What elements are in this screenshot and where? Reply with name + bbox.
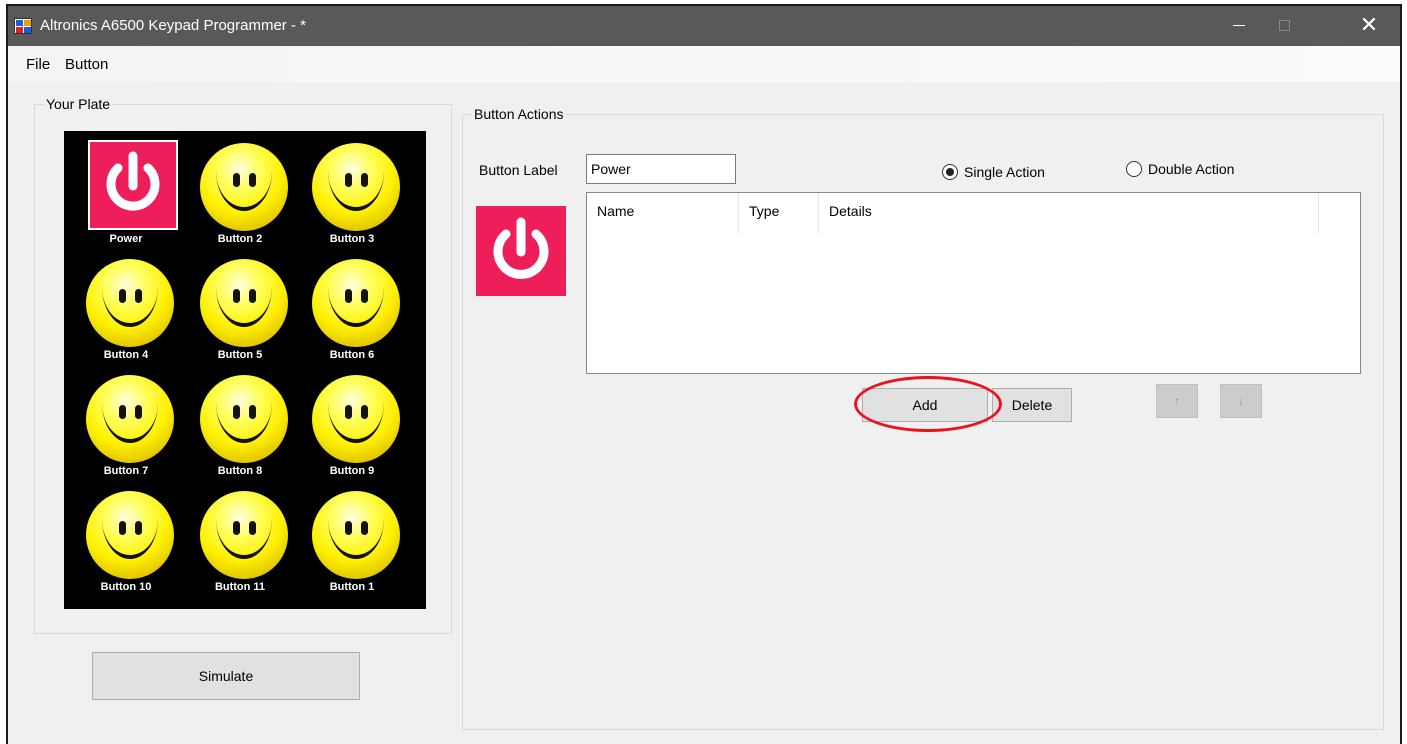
smiley-icon <box>312 491 400 579</box>
plate-button-9[interactable]: Button 9 <box>296 369 408 485</box>
move-up-button[interactable]: ↑ <box>1156 384 1198 418</box>
plate-button-label: Button 1 <box>329 581 375 593</box>
smiley-icon <box>200 375 288 463</box>
smiley-icon <box>86 491 174 579</box>
close-button[interactable]: ✕ <box>1346 6 1392 46</box>
menu-file[interactable]: File <box>26 56 50 73</box>
smiley-icon <box>312 259 400 347</box>
menu-bar: File Button <box>8 46 1400 82</box>
plate-button-label: Button 7 <box>103 465 149 477</box>
radio-checked-icon <box>942 164 958 180</box>
app-icon <box>14 18 32 34</box>
button-label-caption: Button Label <box>479 162 558 178</box>
column-header-name[interactable]: Name <box>587 193 739 233</box>
plate-button-8[interactable]: Button 8 <box>184 369 296 485</box>
plate-button-label: Button 5 <box>217 349 263 361</box>
move-down-button[interactable]: ↓ <box>1220 384 1262 418</box>
add-button[interactable]: Add <box>862 388 988 422</box>
smiley-icon <box>200 259 288 347</box>
actions-list[interactable]: Name Type Details <box>586 192 1361 374</box>
window-title: Altronics A6500 Keypad Programmer - * <box>40 17 306 34</box>
button-label-input[interactable] <box>586 154 736 184</box>
plate-button-5[interactable]: Button 5 <box>184 253 296 369</box>
plate-button-label: Button 8 <box>217 465 263 477</box>
menu-button[interactable]: Button <box>65 56 108 73</box>
plate-button-label: Power <box>109 233 143 245</box>
plate-button-10[interactable]: Button 10 <box>70 485 182 601</box>
close-icon: ✕ <box>1359 12 1379 37</box>
plate-button-4[interactable]: Button 4 <box>70 253 182 369</box>
smiley-icon <box>86 375 174 463</box>
plate-button-label: Button 3 <box>329 233 375 245</box>
minimize-button[interactable] <box>1216 6 1262 46</box>
power-icon <box>88 140 178 230</box>
smiley-icon <box>312 143 400 231</box>
plate-button-6[interactable]: Button 6 <box>296 253 408 369</box>
maximize-button[interactable] <box>1262 6 1308 46</box>
column-header-type[interactable]: Type <box>739 193 819 233</box>
double-action-label: Double Action <box>1148 161 1235 177</box>
plate-button-7[interactable]: Button 7 <box>70 369 182 485</box>
plate-button-1[interactable]: Button 1 <box>296 485 408 601</box>
plate-button-power[interactable]: Power <box>70 137 182 253</box>
plate-button-2[interactable]: Button 2 <box>184 137 296 253</box>
column-header-details[interactable]: Details <box>819 193 1319 233</box>
delete-button[interactable]: Delete <box>992 388 1072 422</box>
radio-unchecked-icon <box>1126 161 1142 177</box>
plate-button-label: Button 9 <box>329 465 375 477</box>
plate-group-label: Your Plate <box>44 96 113 112</box>
simulate-button[interactable]: Simulate <box>92 652 360 700</box>
button-actions-group-label: Button Actions <box>472 106 566 122</box>
smiley-icon <box>312 375 400 463</box>
plate-button-label: Button 4 <box>103 349 149 361</box>
keypad-plate: Power Button 2 Button 3 Button 4 Button … <box>64 131 426 609</box>
button-preview-power-icon <box>476 206 566 296</box>
plate-button-label: Button 2 <box>217 233 263 245</box>
smiley-icon <box>86 259 174 347</box>
smiley-icon <box>200 491 288 579</box>
plate-button-label: Button 10 <box>100 581 152 593</box>
title-bar[interactable]: Altronics A6500 Keypad Programmer - * ✕ <box>8 6 1400 46</box>
plate-button-11[interactable]: Button 11 <box>184 485 296 601</box>
plate-button-label: Button 6 <box>329 349 375 361</box>
plate-button-label: Button 11 <box>214 581 266 593</box>
smiley-icon <box>200 143 288 231</box>
plate-button-3[interactable]: Button 3 <box>296 137 408 253</box>
single-action-label: Single Action <box>964 164 1045 180</box>
maximize-icon <box>1279 20 1290 31</box>
minimize-icon <box>1233 25 1245 26</box>
